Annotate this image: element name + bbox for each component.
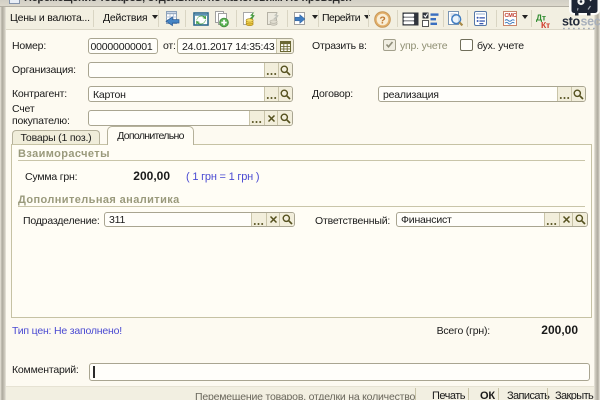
svg-text:sto: sto: [562, 15, 581, 29]
svg-text:СМС: СМС: [505, 13, 517, 19]
svg-text:?: ?: [379, 15, 385, 27]
svg-text:sec: sec: [581, 15, 600, 29]
svg-text:Кт: Кт: [541, 20, 550, 29]
